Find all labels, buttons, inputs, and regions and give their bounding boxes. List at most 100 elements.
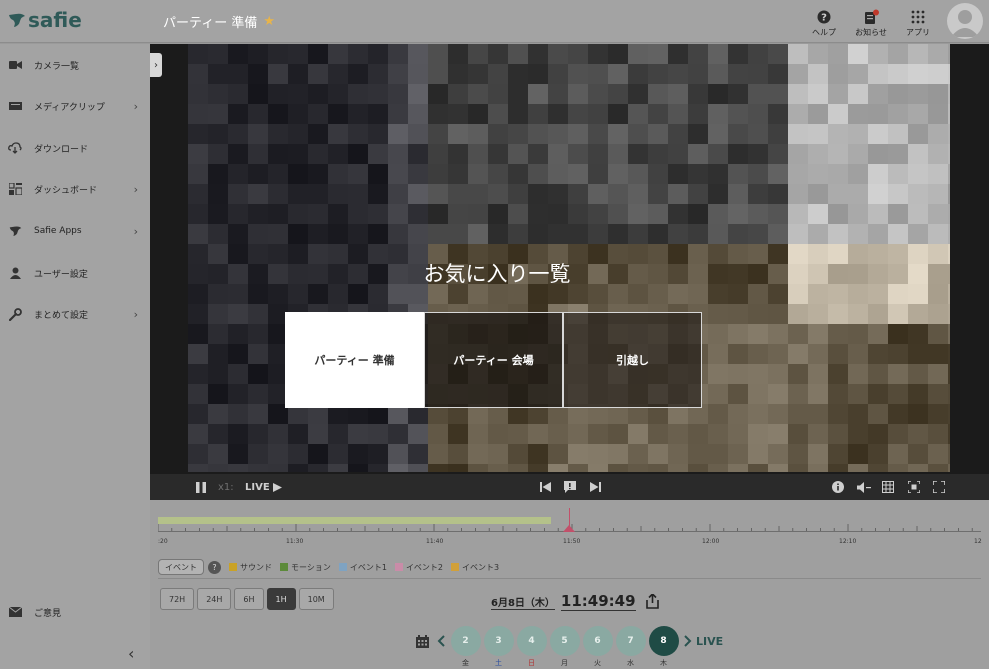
skip-forward-icon bbox=[589, 482, 601, 492]
news-label: お知らせ bbox=[855, 28, 887, 37]
feedback-label: ご意見 bbox=[34, 608, 62, 619]
help-icon: ? bbox=[817, 10, 831, 24]
legend-item-event1[interactable]: イベント1 bbox=[338, 562, 387, 573]
event-filter-button[interactable]: イベント bbox=[158, 559, 204, 575]
expand-panel-button[interactable]: › bbox=[150, 53, 162, 77]
timeline-label: 11:50 bbox=[563, 538, 581, 545]
day-button[interactable]: 6火 bbox=[582, 626, 613, 667]
pause-button[interactable] bbox=[194, 474, 208, 500]
fullscreen-icon bbox=[933, 481, 945, 493]
sidebar-item-bulk-settings[interactable]: まとめて設定 › bbox=[0, 299, 150, 329]
chevron-right-icon: › bbox=[133, 182, 138, 196]
news-icon bbox=[865, 9, 879, 24]
skip-back-icon bbox=[539, 482, 551, 492]
info-icon bbox=[832, 481, 844, 493]
favorites-overlay: お気に入り一覧 パーティー 準備 パーティー 会場 引越し bbox=[150, 44, 989, 474]
favorite-card[interactable]: パーティー 会場 bbox=[424, 312, 563, 408]
timeline-cursor-head[interactable] bbox=[563, 525, 575, 532]
star-icon[interactable]: ★ bbox=[263, 14, 275, 29]
range-6h-button[interactable]: 6H bbox=[234, 588, 264, 610]
help-icon[interactable]: ? bbox=[208, 560, 221, 574]
safie-bird-icon bbox=[9, 13, 25, 27]
help-button[interactable]: ? ヘルプ bbox=[804, 8, 844, 38]
safie-logo-icon bbox=[8, 224, 22, 238]
svg-text:?: ? bbox=[821, 13, 827, 24]
info-button[interactable] bbox=[831, 474, 845, 500]
grid-view-icon bbox=[882, 481, 894, 493]
range-1h-button[interactable]: 1H bbox=[266, 588, 296, 610]
sidebar-item-download[interactable]: ダウンロード bbox=[0, 133, 150, 163]
apps-button[interactable]: アプリ bbox=[898, 8, 938, 38]
sidebar-item-dashboard[interactable]: ダッシュボード › bbox=[0, 174, 150, 204]
logo-text: safie bbox=[28, 8, 82, 32]
current-datetime[interactable]: 6月8日（木） 11:49:49 bbox=[491, 592, 659, 611]
legend-item-sound[interactable]: サウンド bbox=[229, 562, 272, 573]
day-button[interactable]: 5月 bbox=[549, 626, 580, 667]
apps-label: アプリ bbox=[906, 28, 930, 37]
play-icon bbox=[272, 482, 282, 492]
avatar[interactable] bbox=[947, 3, 983, 39]
sidebar-item-cameras[interactable]: カメラ一覧 bbox=[0, 50, 150, 80]
skip-back-button[interactable] bbox=[538, 474, 552, 500]
share-icon[interactable] bbox=[645, 594, 659, 609]
timeline-label: 12 bbox=[974, 538, 982, 545]
header: safie パーティー 準備 ★ ? ヘルプ お知らせ アプリ bbox=[0, 0, 989, 43]
help-label: ヘルプ bbox=[812, 28, 836, 37]
snapshot-button[interactable] bbox=[563, 474, 577, 500]
sidebar-item-feedback[interactable]: ご意見 bbox=[0, 597, 150, 627]
dashboard-icon bbox=[8, 182, 22, 196]
sidebar-item-safie-apps[interactable]: Safie Apps › bbox=[0, 216, 150, 246]
news-button[interactable]: お知らせ bbox=[851, 8, 891, 38]
legend-item-event2[interactable]: イベント2 bbox=[394, 562, 443, 573]
zoom-button[interactable] bbox=[907, 474, 921, 500]
favorites-title: お気に入り一覧 bbox=[423, 262, 571, 286]
volume-button[interactable] bbox=[856, 474, 872, 500]
chevron-left-icon[interactable]: ‹ bbox=[128, 644, 134, 663]
page-title: パーティー 準備 bbox=[163, 16, 258, 31]
favorite-card[interactable]: 引越し bbox=[563, 312, 702, 408]
chevron-left-icon[interactable] bbox=[437, 635, 445, 647]
sidebar-item-label: ユーザー設定 bbox=[34, 269, 88, 280]
grid-view-button[interactable] bbox=[881, 474, 895, 500]
live-label: LIVE bbox=[245, 481, 270, 493]
favorite-card[interactable]: パーティー 準備 bbox=[285, 312, 424, 408]
timeline[interactable]: :20 11:30 11:40 11:50 12:00 12:10 12 bbox=[158, 508, 982, 548]
timeline-label: :20 bbox=[158, 538, 168, 545]
page-title-wrap: パーティー 準備 ★ bbox=[163, 12, 275, 31]
mail-icon bbox=[8, 605, 22, 619]
calendar-icon[interactable] bbox=[416, 634, 429, 648]
chevron-right-icon bbox=[684, 635, 692, 647]
day-button[interactable]: 3土 bbox=[483, 626, 514, 667]
safie-logo[interactable]: safie bbox=[8, 8, 82, 32]
day-button-selected[interactable]: 8木 bbox=[648, 626, 679, 667]
sidebar-item-label: Safie Apps bbox=[34, 226, 82, 236]
day-button[interactable]: 4日 bbox=[516, 626, 547, 667]
chevron-right-icon: › bbox=[133, 224, 138, 238]
comment-flag-icon bbox=[564, 481, 576, 493]
timeline-label: 11:30 bbox=[286, 538, 304, 545]
legend-item-motion[interactable]: モーション bbox=[280, 562, 331, 573]
cloud-download-icon bbox=[8, 141, 22, 155]
timeline-label: 11:40 bbox=[426, 538, 444, 545]
sidebar-item-label: ダッシュボード bbox=[34, 185, 98, 196]
range-10m-button[interactable]: 10M bbox=[298, 588, 334, 610]
live-link[interactable]: LIVE bbox=[684, 635, 723, 648]
event-legend: イベント ? サウンド モーション イベント1 イベント2 イベント3 bbox=[158, 557, 981, 577]
day-button[interactable]: 2金 bbox=[450, 626, 481, 667]
playback-speed[interactable]: x1: bbox=[218, 474, 234, 500]
day-button[interactable]: 7水 bbox=[615, 626, 646, 667]
sidebar-item-media-clip[interactable]: メディアクリップ › bbox=[0, 91, 150, 121]
skip-forward-button[interactable] bbox=[588, 474, 602, 500]
live-button[interactable]: LIVE bbox=[245, 474, 282, 500]
sidebar-item-user-settings[interactable]: ユーザー設定 bbox=[0, 258, 150, 288]
sidebar-item-label: ダウンロード bbox=[34, 144, 89, 155]
fullscreen-button[interactable] bbox=[932, 474, 946, 500]
legend-item-event3[interactable]: イベント3 bbox=[451, 562, 499, 573]
divider bbox=[158, 578, 981, 579]
range-72h-button[interactable]: 72H bbox=[160, 588, 195, 610]
volume-icon bbox=[857, 481, 871, 493]
user-icon bbox=[8, 266, 22, 280]
chevron-right-icon: › bbox=[133, 99, 138, 113]
sidebar: カメラ一覧 メディアクリップ › ダウンロード ダッシュボード › Safie … bbox=[0, 44, 150, 669]
range-24h-button[interactable]: 24H bbox=[197, 588, 232, 610]
